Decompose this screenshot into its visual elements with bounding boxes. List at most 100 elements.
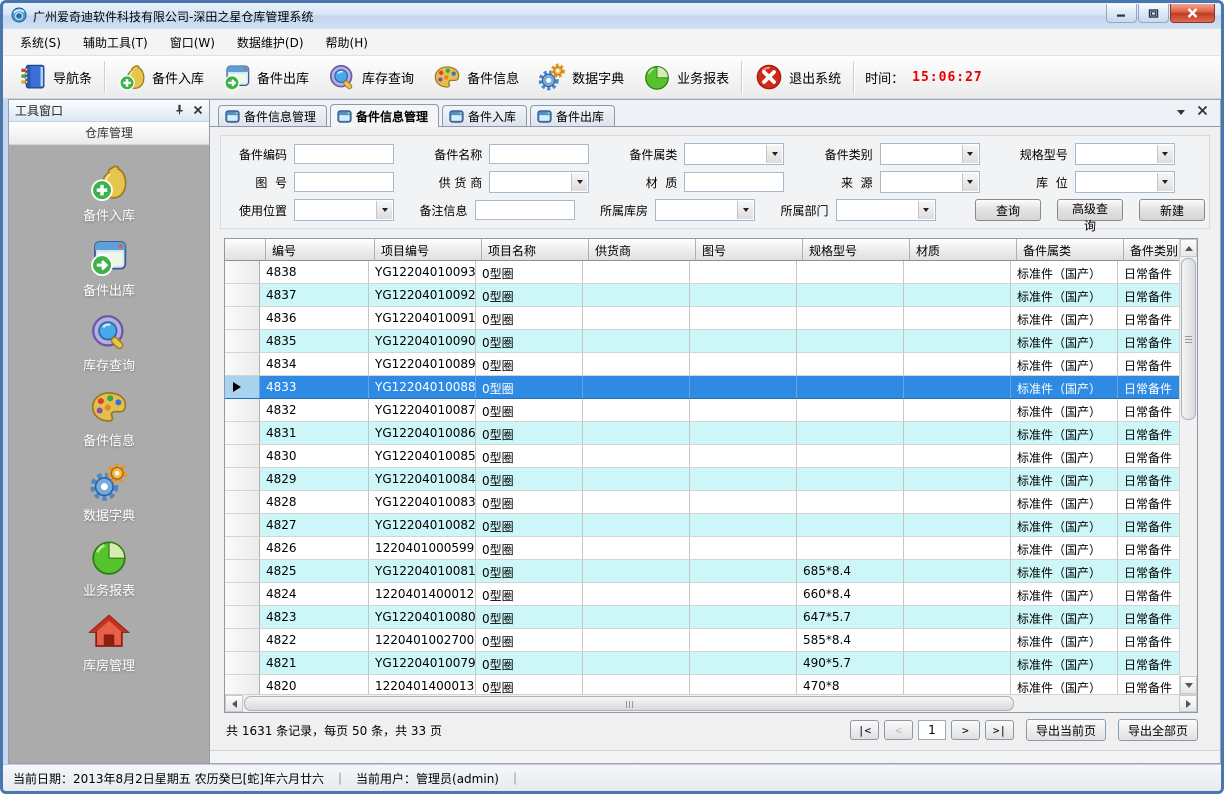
table-row[interactable]: 482412204014000120型圈660*8.4标准件（国产）日常备件PC <box>225 583 1179 606</box>
toolbar-business-report-button[interactable]: 业务报表 <box>633 59 738 95</box>
remark-input[interactable] <box>475 200 575 220</box>
export-all-pages-button[interactable]: 导出全部页 <box>1118 719 1198 741</box>
scroll-left-icon[interactable] <box>225 695 243 712</box>
dropdown-arrow-icon[interactable] <box>766 145 782 163</box>
close-button[interactable] <box>1170 4 1215 23</box>
tab-parts-info-management-1[interactable]: 备件信息管理 <box>218 105 327 126</box>
tab-close-icon[interactable] <box>1197 105 1208 119</box>
warehouse-select[interactable] <box>655 199 755 221</box>
row-selector[interactable] <box>225 491 260 514</box>
table-row[interactable]: 4836YG122040100910型圈标准件（国产）日常备件M <box>225 307 1179 330</box>
vertical-scroll-thumb[interactable] <box>1181 258 1196 420</box>
row-selector[interactable] <box>225 353 260 376</box>
scroll-down-icon[interactable] <box>1180 676 1197 694</box>
pin-icon[interactable] <box>174 104 185 118</box>
column-header-9[interactable]: 备件类别 <box>1124 239 1179 261</box>
dropdown-arrow-icon[interactable] <box>962 145 978 163</box>
table-row[interactable]: 4823YG122040100800型圈647*5.7标准件（国产）日常备件PC <box>225 606 1179 629</box>
scroll-up-icon[interactable] <box>1180 239 1197 257</box>
column-header-7[interactable]: 材质 <box>910 239 1017 261</box>
sidebar-item-parts-inbound[interactable]: 备件入库 <box>83 161 135 224</box>
table-row[interactable]: 4833YG122040100880型圈标准件（国产）日常备件M <box>225 376 1179 399</box>
part-code-input[interactable] <box>294 144 394 164</box>
prev-page-button[interactable]: < <box>884 720 913 740</box>
table-row[interactable]: 4828YG122040100830型圈标准件（国产）日常备件M <box>225 491 1179 514</box>
dropdown-arrow-icon[interactable] <box>571 173 587 191</box>
row-selector[interactable] <box>225 537 260 560</box>
table-row[interactable]: 482012204014000130型圈470*8标准件（国产）日常备件PC <box>225 675 1179 694</box>
spec-model-select[interactable] <box>1075 143 1175 165</box>
table-row[interactable]: 4832YG122040100870型圈标准件（国产）日常备件M <box>225 399 1179 422</box>
table-row[interactable]: 482612204010005990型圈标准件（国产）日常备件M <box>225 537 1179 560</box>
toolbar-data-dictionary-button[interactable]: 数据字典 <box>528 59 633 95</box>
sidebar-item-inventory-query[interactable]: 库存查询 <box>83 311 135 374</box>
column-header-6[interactable]: 规格型号 <box>803 239 910 261</box>
next-page-button[interactable]: > <box>951 720 980 740</box>
row-selector[interactable] <box>225 284 260 307</box>
export-current-page-button[interactable]: 导出当前页 <box>1026 719 1106 741</box>
sidebar-item-business-report[interactable]: 业务报表 <box>83 536 135 599</box>
column-header-1[interactable]: 编号 <box>266 239 375 261</box>
horizontal-scrollbar[interactable] <box>225 694 1197 712</box>
column-header-4[interactable]: 供货商 <box>589 239 696 261</box>
table-row[interactable]: 4835YG122040100900型圈标准件（国产）日常备件M <box>225 330 1179 353</box>
tab-parts-outbound[interactable]: 备件出库 <box>530 105 615 126</box>
maximize-button[interactable] <box>1138 4 1169 23</box>
row-selector[interactable] <box>225 261 260 284</box>
dropdown-arrow-icon[interactable] <box>1157 173 1173 191</box>
last-page-button[interactable]: >| <box>985 720 1014 740</box>
part-type-select[interactable] <box>880 143 980 165</box>
drawing-no-input[interactable] <box>294 172 394 192</box>
location-select[interactable] <box>1075 171 1175 193</box>
row-selector[interactable] <box>225 330 260 353</box>
table-row[interactable]: 4834YG122040100890型圈标准件（国产）日常备件M <box>225 353 1179 376</box>
table-row[interactable]: 4837YG122040100920型圈标准件（国产）日常备件M <box>225 284 1179 307</box>
usage-position-select[interactable] <box>294 199 394 221</box>
sidebar-item-warehouse-management[interactable]: 库房管理 <box>83 611 135 674</box>
first-page-button[interactable]: |< <box>850 720 879 740</box>
menu-item-help[interactable]: 帮助(H) <box>315 30 379 55</box>
table-row[interactable]: 4838YG122040100930型圈标准件（国产）日常备件M <box>225 261 1179 284</box>
tab-list-dropdown-icon[interactable] <box>1177 110 1185 119</box>
table-row[interactable]: 4829YG122040100840型圈标准件（国产）日常备件M <box>225 468 1179 491</box>
advanced-query-button[interactable]: 高级查询 <box>1057 199 1123 221</box>
table-row[interactable]: 4831YG122040100860型圈标准件（国产）日常备件M <box>225 422 1179 445</box>
row-selector[interactable] <box>225 560 260 583</box>
table-row[interactable]: 482212204010027000型圈585*8.4标准件（国产）日常备件PC <box>225 629 1179 652</box>
toolbar-exit-system-button[interactable]: 退出系统 <box>745 59 850 95</box>
query-button[interactable]: 查询 <box>975 199 1041 221</box>
table-row[interactable]: 4825YG122040100810型圈685*8.4标准件（国产）日常备件PC <box>225 560 1179 583</box>
table-row[interactable]: 4827YG122040100820型圈标准件（国产）日常备件M <box>225 514 1179 537</box>
sidebar-item-data-dictionary[interactable]: 数据字典 <box>83 461 135 524</box>
part-name-input[interactable] <box>489 144 589 164</box>
dropdown-arrow-icon[interactable] <box>962 173 978 191</box>
supplier-select[interactable] <box>489 171 589 193</box>
vertical-scrollbar[interactable] <box>1179 239 1197 694</box>
row-selector[interactable] <box>225 307 260 330</box>
dropdown-arrow-icon[interactable] <box>1157 145 1173 163</box>
department-select[interactable] <box>836 199 936 221</box>
sidebar-close-icon[interactable] <box>193 104 203 118</box>
row-selector[interactable] <box>225 675 260 694</box>
dropdown-arrow-icon[interactable] <box>737 201 753 219</box>
row-selector[interactable] <box>225 468 260 491</box>
row-selector[interactable] <box>225 606 260 629</box>
menu-item-data-maintenance[interactable]: 数据维护(D) <box>226 30 315 55</box>
page-number-input[interactable] <box>918 720 946 740</box>
column-header-2[interactable]: 项目编号 <box>375 239 482 261</box>
table-row[interactable]: 4830YG122040100850型圈标准件（国产）日常备件M <box>225 445 1179 468</box>
menu-item-aux-tools[interactable]: 辅助工具(T) <box>72 30 159 55</box>
sidebar-item-parts-info[interactable]: 备件信息 <box>83 386 135 449</box>
minimize-button[interactable] <box>1106 4 1137 23</box>
row-selector[interactable] <box>225 376 260 399</box>
toolbar-parts-info-button[interactable]: 备件信息 <box>423 59 528 95</box>
row-selector[interactable] <box>225 445 260 468</box>
source-select[interactable] <box>880 171 980 193</box>
horizontal-scroll-track[interactable] <box>243 695 1179 712</box>
horizontal-scroll-thumb[interactable] <box>244 696 1014 711</box>
row-selector[interactable] <box>225 399 260 422</box>
column-header-8[interactable]: 备件属类 <box>1017 239 1124 261</box>
table-row[interactable]: 4821YG122040100790型圈490*5.7标准件（国产）日常备件PC <box>225 652 1179 675</box>
tab-parts-info-management-2[interactable]: 备件信息管理 <box>330 104 439 127</box>
toolbar-parts-inbound-button[interactable]: 备件入库 <box>108 59 213 95</box>
